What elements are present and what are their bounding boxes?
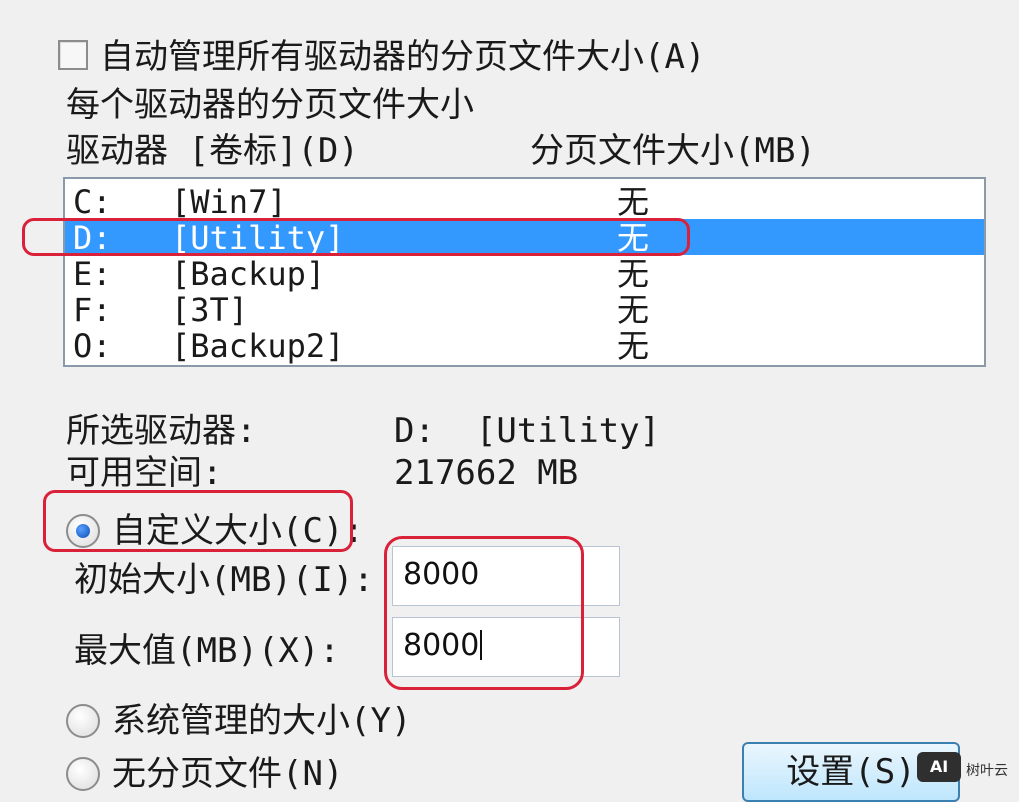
no-paging-label[interactable]: 无分页文件(N): [112, 757, 343, 791]
system-managed-radio[interactable]: [66, 704, 100, 738]
drive-size: 无: [617, 291, 650, 329]
free-space-label: 可用空间:: [66, 453, 223, 493]
drive-label: [Backup]: [171, 255, 326, 293]
drive-row-e[interactable]: E: [Backup] 无: [65, 255, 984, 291]
watermark-logo: AI: [917, 752, 961, 782]
no-paging-radio[interactable]: [66, 757, 100, 791]
column-header-size: 分页文件大小(MB): [530, 131, 816, 171]
drive-size: 无: [617, 327, 650, 365]
system-managed-label[interactable]: 系统管理的大小(Y): [112, 704, 411, 738]
free-space-value: 217662 MB: [394, 453, 579, 493]
auto-manage-checkbox[interactable]: [58, 40, 88, 70]
drive-label: [3T]: [171, 291, 249, 329]
maximum-size-label: 最大值(MB)(X):: [74, 631, 340, 671]
drive-letter: F:: [73, 291, 112, 329]
drive-label: [Win7]: [171, 183, 287, 221]
drive-letter: E:: [73, 255, 112, 293]
drive-letter: O:: [73, 327, 112, 365]
annotation-size-inputs: [384, 536, 584, 690]
drive-list[interactable]: C: [Win7] 无 D: [Utility] 无 E: [Backup] 无…: [63, 177, 986, 367]
annotation-drive-d: [22, 218, 690, 256]
initial-size-label: 初始大小(MB)(I):: [74, 560, 374, 600]
drive-row-o[interactable]: O: [Backup2] 无: [65, 327, 984, 363]
selected-drive-label: 所选驱动器:: [66, 411, 257, 451]
drive-size: 无: [617, 183, 650, 221]
drive-size: 无: [617, 255, 650, 293]
column-header-drive: 驱动器 [卷标](D): [66, 131, 359, 171]
drive-row-f[interactable]: F: [3T] 无: [65, 291, 984, 327]
watermark-text: 树叶云: [966, 763, 1008, 779]
drive-label: [Backup2]: [171, 327, 345, 365]
group-title: 每个驱动器的分页文件大小: [66, 85, 474, 125]
drive-letter: C:: [73, 183, 112, 221]
auto-manage-label[interactable]: 自动管理所有驱动器的分页文件大小(A): [100, 40, 705, 74]
drive-row-c[interactable]: C: [Win7] 无: [65, 183, 984, 219]
selected-drive-value: D: [Utility]: [394, 411, 661, 451]
annotation-custom-size: [43, 490, 353, 552]
